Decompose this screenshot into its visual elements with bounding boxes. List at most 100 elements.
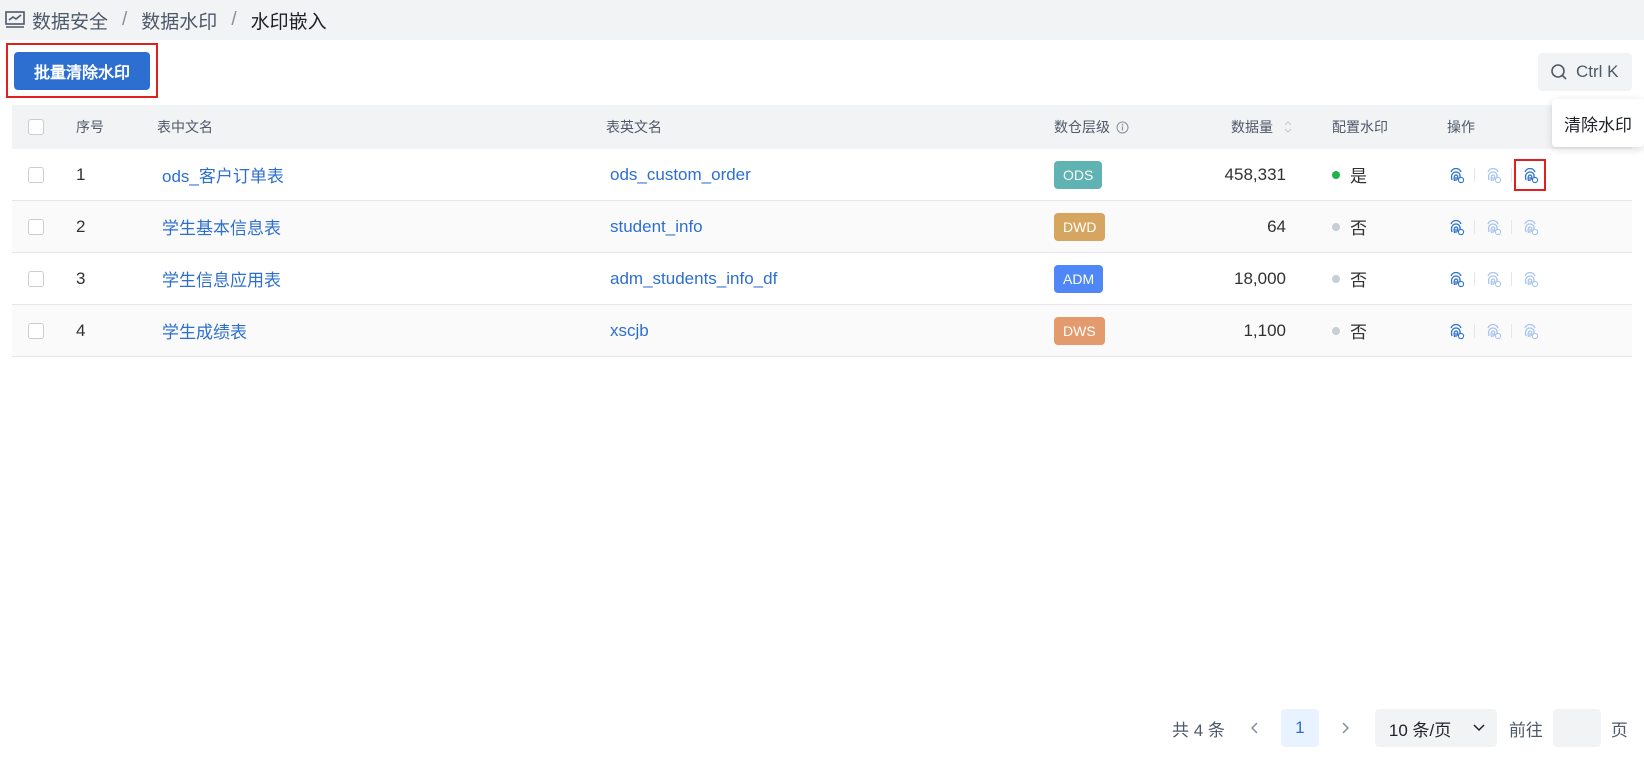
status-dot [1332, 274, 1340, 283]
layer-tag: DWD [1054, 212, 1106, 241]
breadcrumb-separator: / [122, 9, 128, 30]
row-cn-name-link[interactable]: ods_客户订单表 [162, 149, 284, 200]
action-separator [1511, 219, 1512, 234]
view-watermark-icon[interactable] [1481, 163, 1505, 187]
row-cn-name-link[interactable]: 学生信息应用表 [162, 253, 281, 304]
search-shortcut-label: Ctrl K [1576, 62, 1619, 81]
layer-tag: ADM [1054, 264, 1104, 293]
sort-icon[interactable] [1283, 119, 1293, 135]
col-en-name: 表英文名 [606, 119, 662, 135]
status-dot [1332, 170, 1340, 179]
row-actions [1444, 201, 1542, 252]
page-size-value: 10 条/页 [1388, 720, 1452, 740]
view-watermark-icon[interactable] [1481, 215, 1505, 239]
row-en-name-link[interactable]: student_info [610, 201, 703, 252]
row-watermark-status: 否 [1332, 201, 1367, 252]
action-separator [1474, 219, 1475, 234]
action-separator [1511, 323, 1512, 338]
row-watermark-value: 否 [1350, 271, 1367, 290]
row-watermark-value: 否 [1350, 219, 1367, 238]
col-layer: 数仓层级 [1054, 105, 1129, 149]
action-separator [1474, 271, 1475, 286]
view-watermark-icon[interactable] [1481, 319, 1505, 343]
table-body: 1 ods_客户订单表 ods_custom_order ODS 458,331… [12, 149, 1632, 357]
goto-label: 前往 [1508, 720, 1543, 740]
select-all-checkbox[interactable] [28, 119, 44, 135]
row-en-name-link[interactable]: xscjb [610, 305, 649, 356]
row-checkbox[interactable] [28, 218, 44, 235]
action-separator [1474, 323, 1475, 338]
search-button[interactable]: Ctrl K [1538, 53, 1632, 91]
breadcrumb-bar: 数据安全 / 数据水印 / 水印嵌入 [0, 0, 1644, 40]
embed-watermark-icon[interactable] [1444, 319, 1468, 343]
status-dot [1332, 222, 1340, 231]
row-actions [1444, 149, 1546, 200]
col-cn-name: 表中文名 [157, 119, 213, 135]
pagination-total: 共 4 条 [1172, 720, 1225, 740]
monitor-chart-icon [4, 9, 26, 31]
chevron-right-icon [1342, 722, 1349, 734]
row-index: 3 [76, 268, 86, 288]
row-en-name-link[interactable]: adm_students_info_df [610, 253, 777, 304]
row-index: 1 [76, 164, 86, 184]
breadcrumb-separator: / [231, 9, 237, 30]
table-row: 3 学生信息应用表 adm_students_info_df ADM 18,00… [12, 253, 1632, 305]
row-watermark-status: 是 [1332, 149, 1367, 200]
row-watermark-status: 否 [1332, 253, 1367, 304]
watermark-table: 序号 表中文名 表英文名 数仓层级 数据量 配置水印 操作 1 ods_客户订单… [12, 105, 1632, 357]
breadcrumb-watermark-embed: 水印嵌入 [250, 11, 327, 33]
col-volume[interactable]: 数据量 [1231, 105, 1293, 149]
search-icon [1551, 64, 1567, 80]
row-volume: 1,100 [1243, 320, 1286, 340]
row-actions [1444, 305, 1542, 356]
row-checkbox[interactable] [28, 270, 44, 287]
row-checkbox[interactable] [28, 322, 44, 339]
status-dot [1332, 326, 1340, 335]
row-en-name-link[interactable]: ods_custom_order [610, 149, 751, 200]
col-volume-label: 数据量 [1231, 119, 1273, 135]
row-volume: 18,000 [1234, 268, 1286, 288]
table-row: 2 学生基本信息表 student_info DWD 64 否 [12, 201, 1632, 253]
pagination: 共 4 条 1 10 条/页 前往 页 [1172, 709, 1628, 747]
view-watermark-icon[interactable] [1481, 267, 1505, 291]
row-volume: 64 [1267, 216, 1286, 236]
row-index: 4 [76, 320, 86, 340]
breadcrumb-data-security[interactable]: 数据安全 [32, 7, 108, 34]
row-watermark-value: 是 [1350, 167, 1367, 186]
clear-watermark-tooltip: 清除水印 [1552, 99, 1644, 147]
prev-page-button[interactable] [1237, 709, 1273, 747]
goto-page-input[interactable] [1552, 709, 1601, 747]
info-icon[interactable] [1116, 121, 1129, 134]
table-row: 1 ods_客户订单表 ods_custom_order ODS 458,331… [12, 149, 1632, 201]
row-watermark-status: 否 [1332, 305, 1367, 356]
batch-clear-highlight: 批量清除水印 [6, 43, 158, 98]
clear-watermark-icon[interactable] [1514, 158, 1546, 191]
layer-tag: ODS [1054, 160, 1103, 189]
row-cn-name-link[interactable]: 学生基本信息表 [162, 201, 281, 252]
embed-watermark-icon[interactable] [1444, 215, 1468, 239]
embed-watermark-icon[interactable] [1444, 163, 1468, 187]
clear-watermark-icon[interactable] [1518, 319, 1542, 343]
row-index: 2 [76, 216, 86, 236]
chevron-left-icon [1250, 722, 1258, 734]
col-watermark: 配置水印 [1332, 119, 1388, 135]
row-cn-name-link[interactable]: 学生成绩表 [162, 305, 247, 356]
action-separator [1511, 167, 1512, 182]
action-separator [1511, 271, 1512, 286]
row-checkbox[interactable] [28, 166, 44, 183]
next-page-button[interactable] [1327, 709, 1363, 747]
chevron-down-icon [1473, 724, 1485, 732]
table-row: 4 学生成绩表 xscjb DWS 1,100 否 [12, 305, 1632, 357]
row-volume: 458,331 [1224, 164, 1286, 184]
clear-watermark-icon[interactable] [1518, 267, 1542, 291]
page-size-select[interactable]: 10 条/页 [1374, 709, 1497, 747]
col-index: 序号 [76, 119, 104, 135]
clear-watermark-icon[interactable] [1518, 215, 1542, 239]
page-suffix-label: 页 [1610, 720, 1628, 740]
page-number-current[interactable]: 1 [1280, 709, 1319, 747]
row-watermark-value: 否 [1350, 323, 1367, 342]
batch-clear-watermark-button[interactable]: 批量清除水印 [14, 52, 150, 90]
action-separator [1474, 167, 1475, 182]
embed-watermark-icon[interactable] [1444, 267, 1468, 291]
breadcrumb-data-watermark[interactable]: 数据水印 [141, 7, 217, 34]
